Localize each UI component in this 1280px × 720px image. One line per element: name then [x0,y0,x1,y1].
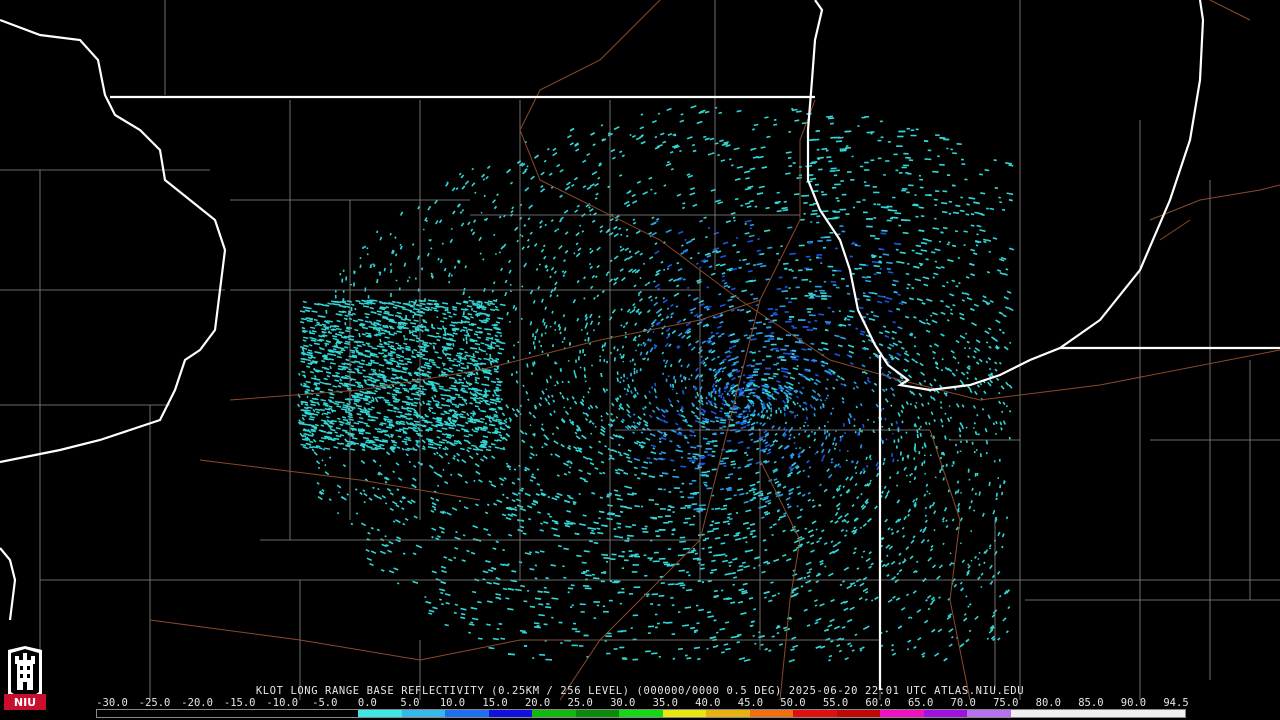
color-scale-segment [488,710,533,717]
scale-label: 5.0 [400,697,420,709]
color-scale-labels: -30.0 -25.0 -20.0 -15.0 -10.0 -5.0 0.0 5.0 10.0 1… [0,697,1280,709]
radar-map [0,0,1280,720]
color-scale-segment [1097,710,1142,717]
scale-label: 35.0 [652,697,678,709]
scale-label: 40.0 [695,697,721,709]
color-scale-segment [749,710,794,717]
scale-label: 94.5 [1163,697,1189,709]
color-scale-segment [401,710,446,717]
color-scale-segment [445,710,489,717]
color-scale-segment [662,710,707,717]
color-scale-segment [880,710,924,717]
color-scale-segment [314,710,359,717]
scale-label: 15.0 [482,697,508,709]
color-scale-segment [1141,710,1185,717]
scale-label: 50.0 [780,697,806,709]
color-scale-segment [97,710,141,717]
scale-label: -15.0 [223,697,256,709]
scale-label: 25.0 [567,697,593,709]
color-scale-segment [1054,710,1098,717]
color-scale-segment [923,710,968,717]
scale-label: 55.0 [822,697,849,709]
color-scale-segment [619,710,663,717]
niu-logo-icon: NIU [4,644,46,712]
scale-label: 90.0 [1120,697,1147,709]
scale-label: 20.0 [524,697,551,709]
scale-label: 60.0 [865,697,891,709]
scale-label: 10.0 [439,697,466,709]
scale-label: -5.0 [312,697,338,709]
color-scale-segment [140,710,185,717]
color-scale-segment [706,710,750,717]
scale-label: 85.0 [1078,697,1104,709]
scale-label: 75.0 [993,697,1019,709]
scale-label: -30.0 [96,697,128,709]
scale-label: -20.0 [181,697,213,709]
scale-label: 45.0 [737,697,764,709]
color-scale-segment [1010,710,1055,717]
product-caption: KLOT LONG RANGE BASE REFLECTIVITY (0.25K… [255,685,1025,697]
scale-label: -10.0 [266,697,299,709]
color-scale-segment [967,710,1011,717]
scale-label: 70.0 [950,697,976,709]
scale-label: 0.0 [357,697,377,709]
scale-label: -25.0 [138,697,171,709]
color-scale-segment [532,710,576,717]
scale-label: 80.0 [1035,697,1061,709]
color-scale-segment [271,710,315,717]
scale-label: 30.0 [610,697,636,709]
color-scale-segment [184,710,228,717]
color-scale-segment [358,710,402,717]
color-scale-segment [793,710,837,717]
scale-label: 65.0 [907,697,934,709]
color-scale-segment [227,710,272,717]
niu-logo-text: NIU [13,696,37,709]
color-scale-bar [96,709,1186,718]
color-scale-segment [575,710,620,717]
color-scale-segment [836,710,881,717]
radar-site-marker [736,396,748,408]
